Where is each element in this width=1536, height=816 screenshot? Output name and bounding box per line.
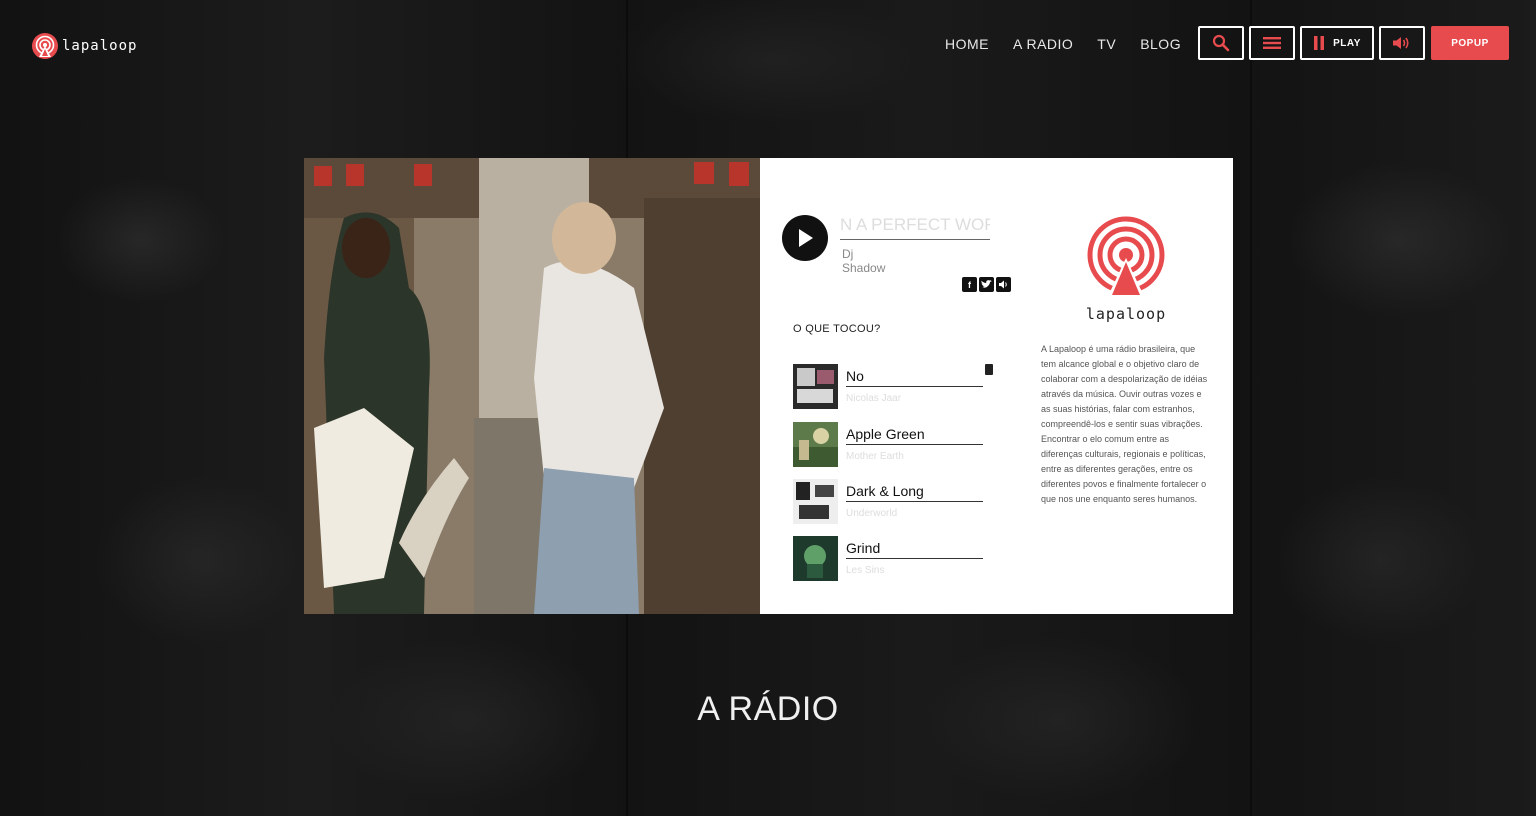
recent-track-item[interactable]: Dark & Long Underworld [793,479,993,525]
track-title: Apple Green [846,426,983,445]
share-buttons: f [962,277,1011,292]
track-artist: Mother Earth [846,451,904,462]
pause-icon [1314,36,1325,50]
track-artist: Les Sins [846,565,885,576]
track-title: Grind [846,540,983,559]
volume-button[interactable] [1379,26,1425,60]
album-thumb [793,364,838,409]
menu-button[interactable] [1249,26,1295,60]
search-button[interactable] [1198,26,1244,60]
twitter-icon[interactable] [979,277,994,292]
nav-a-radio[interactable]: A RADIO [1013,36,1073,52]
track-title: No [846,368,983,387]
facebook-icon[interactable]: f [962,277,977,292]
album-cover-image [304,158,760,614]
volume-icon [1393,37,1409,49]
recent-track-item[interactable]: Grind Les Sins [793,536,993,582]
recent-track-item[interactable]: Apple Green Mother Earth [793,422,993,468]
speaker-icon[interactable] [996,277,1011,292]
nav-home[interactable]: HOME [945,36,989,52]
logo-text: lapaloop [62,38,138,54]
nav-blog[interactable]: BLOG [1140,36,1181,52]
popup-button[interactable]: POPUP [1431,26,1509,60]
album-thumb [793,422,838,467]
album-thumb [793,479,838,524]
brand-block: lapaloop [1082,216,1170,323]
now-playing-artist: Dj Shadow [842,247,886,275]
play-label: PLAY [1333,37,1361,49]
track-artist: Nicolas Jaar [846,393,902,404]
lapaloop-logo-icon [1087,216,1165,295]
record-store-photo [304,158,760,614]
search-icon [1212,34,1230,52]
nav-tv[interactable]: TV [1097,36,1116,52]
main-nav: HOME A RADIO TV BLOG [945,36,1181,52]
play-icon [799,229,813,247]
recently-played-heading: O QUE TOCOU? [793,323,881,335]
play-button[interactable] [782,215,828,261]
now-playing-title: N A PERFECT WORL [840,215,990,240]
radio-card: N A PERFECT WORL Dj Shadow f O QUE TOCOU… [304,158,1233,614]
album-thumb [793,536,838,581]
site-logo[interactable]: lapaloop [31,32,137,60]
section-title: A RÁDIO [697,690,839,728]
hamburger-menu-icon [1263,37,1281,49]
recent-track-item[interactable]: No Nicolas Jaar [793,364,993,410]
play-pause-button[interactable]: PLAY [1300,26,1374,60]
track-artist: Underworld [846,508,898,519]
track-title: Dark & Long [846,483,983,502]
brand-name: lapaloop [1085,305,1167,323]
lapaloop-logo-icon [32,33,58,59]
about-text: A Lapaloop é uma rádio brasileira, que t… [1041,344,1208,504]
